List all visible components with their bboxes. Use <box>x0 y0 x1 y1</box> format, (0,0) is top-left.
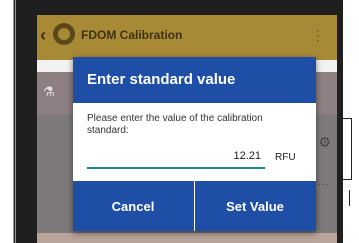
dialog-header: Enter standard value <box>73 57 316 103</box>
app-title: FDOM Calibration <box>81 28 183 42</box>
app-logo-icon <box>53 23 75 45</box>
app-bar: ‹ FDOM Calibration ⋮ <box>37 15 337 60</box>
more-horizontal-icon[interactable]: … <box>317 174 329 188</box>
cancel-button[interactable]: Cancel <box>73 181 193 231</box>
set-value-button[interactable]: Set Value <box>195 181 315 231</box>
bottom-bar <box>37 233 337 243</box>
standard-value-input[interactable] <box>87 145 265 167</box>
side-notch-small <box>343 190 350 206</box>
unit-label: RFU <box>275 152 296 163</box>
chevron-left-icon[interactable]: ‹ <box>40 25 46 45</box>
standard-value-dialog: Enter standard value Please enter the va… <box>73 57 316 231</box>
app-screen: ‹ FDOM Calibration ⋮ ⚗ ⚙ … Enter standar… <box>37 15 337 243</box>
gear-icon[interactable]: ⚙ <box>318 134 331 151</box>
overflow-menu-icon[interactable]: ⋮ <box>311 27 325 44</box>
dialog-title: Enter standard value <box>87 71 236 88</box>
flask-icon: ⚗ <box>43 84 55 99</box>
side-panel-edge <box>343 0 359 243</box>
dialog-button-row: Cancel Set Value <box>73 181 316 231</box>
dialog-message: Please enter the value of the calibratio… <box>87 113 263 136</box>
standard-value-field <box>87 145 265 169</box>
side-notch <box>343 118 352 180</box>
